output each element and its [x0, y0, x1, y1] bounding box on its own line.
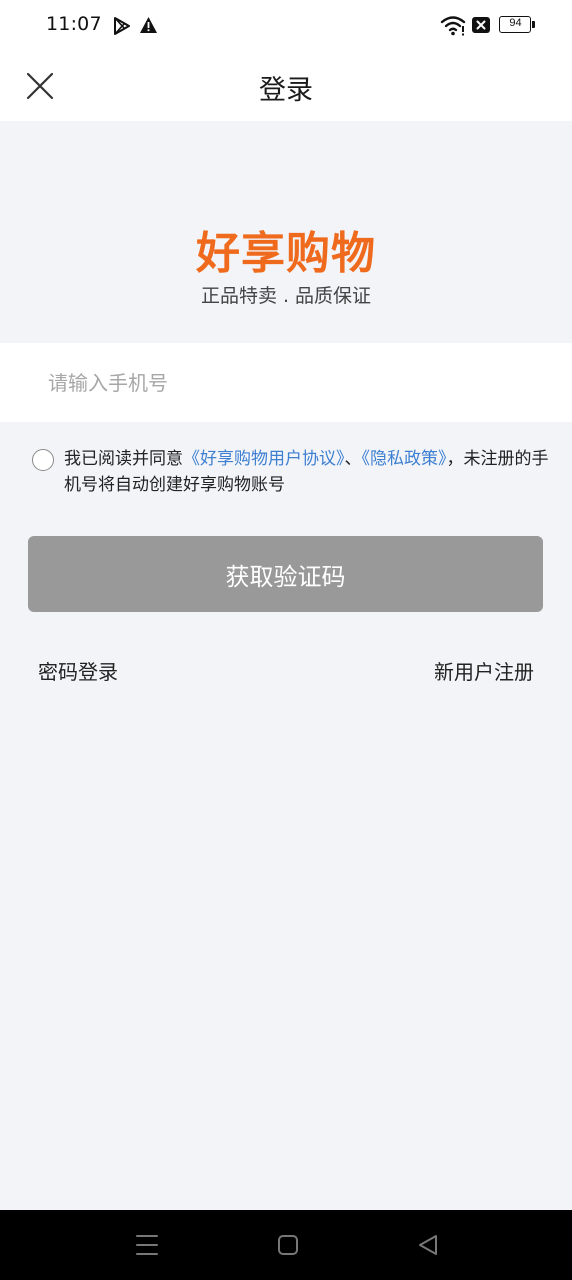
home-icon[interactable] — [277, 1232, 299, 1258]
phone-input[interactable] — [48, 343, 538, 422]
brand-logo: 好享购物 — [196, 228, 376, 279]
warning-icon — [140, 17, 157, 33]
battery-level: 94 — [509, 17, 522, 29]
no-sim-icon — [472, 17, 490, 33]
bottom-links: 密码登录 新用户注册 — [0, 656, 572, 686]
status-time: 11:07 — [46, 13, 102, 35]
menu-icon[interactable] — [136, 1232, 158, 1258]
get-code-button[interactable]: 获取验证码 — [28, 536, 543, 612]
page-title: 登录 — [259, 75, 313, 106]
battery-icon: 94 — [499, 16, 535, 35]
logo-area: 好享购物 正品特卖 . 品质保证 — [0, 121, 572, 343]
privacy-policy-link[interactable]: 《隐私政策》 — [362, 449, 447, 469]
status-bar: 11:07 94 — [0, 0, 572, 52]
agreement-separator: 、 — [344, 449, 362, 469]
nav-bar: 登录 — [0, 52, 572, 121]
agree-checkbox[interactable] — [32, 449, 54, 471]
login-page: 11:07 94 登录 好享购物 正品特卖 . 品质保证 请输入手机号 我已阅读… — [0, 0, 572, 1280]
register-link[interactable]: 新用户注册 — [434, 656, 534, 685]
password-login-link[interactable]: 密码登录 — [38, 656, 118, 685]
wifi-icon — [440, 16, 466, 36]
brand-slogan: 正品特卖 . 品质保证 — [200, 285, 372, 307]
agreement-text: 我已阅读并同意《好享购物用户协议》、《隐私政策》，未注册的手机号将自动创建好享购… — [64, 446, 556, 498]
play-store-icon — [114, 17, 130, 35]
agreement-prefix: 我已阅读并同意 — [64, 449, 183, 469]
phone-input-row — [0, 343, 572, 422]
user-agreement-link[interactable]: 《好享购物用户协议》 — [183, 449, 345, 469]
back-icon[interactable] — [417, 1232, 439, 1258]
system-nav-bar — [0, 1210, 572, 1280]
